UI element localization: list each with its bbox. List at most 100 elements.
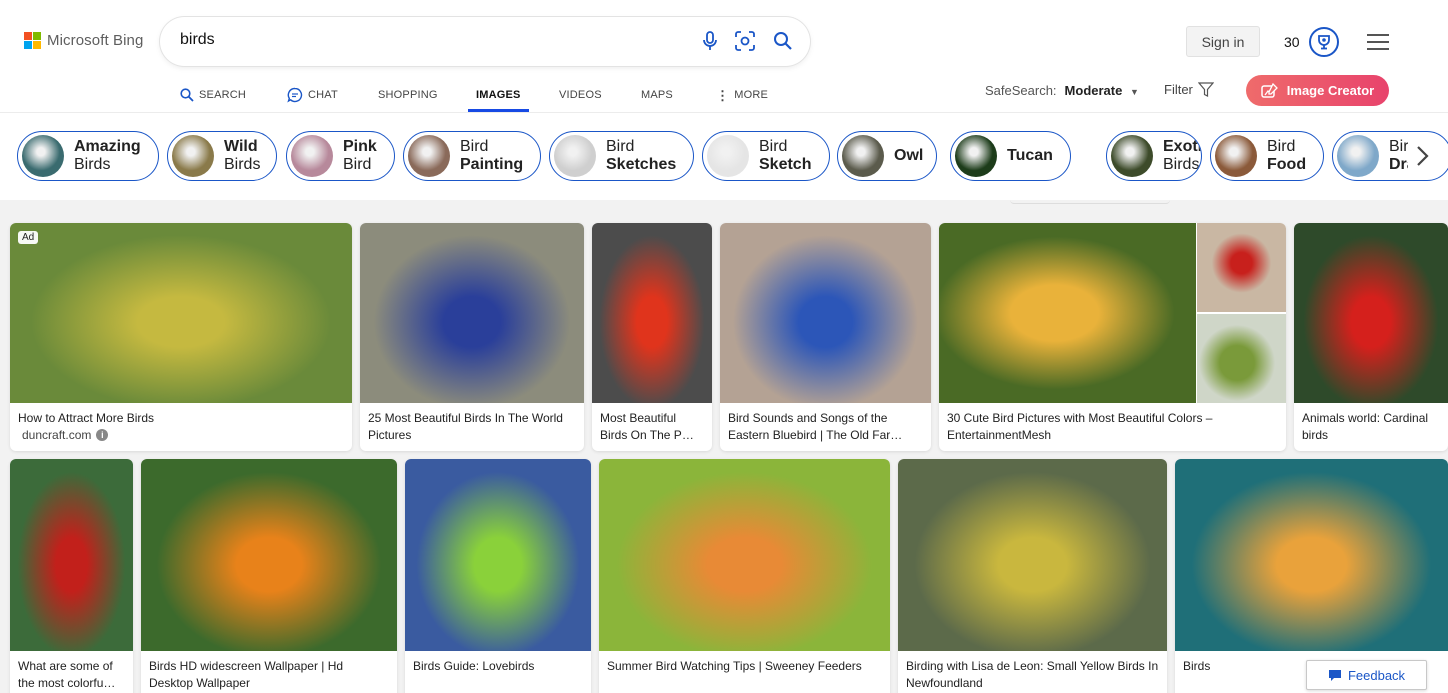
image-result-card[interactable]: What are some of the most colorfu… <box>10 459 133 693</box>
related-search-chip[interactable]: ExoticBirds <box>1106 131 1202 181</box>
result-caption[interactable]: Summer Bird Watching Tips | Sweeney Feed… <box>607 658 882 692</box>
chip-label: Bird Food <box>1267 138 1306 174</box>
result-image[interactable] <box>592 223 712 403</box>
related-search-chip[interactable]: Pink Bird <box>286 131 395 181</box>
result-caption[interactable]: How to Attract More Birds <box>18 410 344 427</box>
result-caption[interactable]: Most Beautiful Birds On The P… <box>600 410 704 444</box>
result-caption[interactable]: Birding with Lisa de Leon: Small Yellow … <box>906 658 1159 692</box>
sign-in-button[interactable]: Sign in <box>1186 26 1260 57</box>
microphone-icon[interactable] <box>698 29 722 53</box>
feedback-button[interactable]: Feedback <box>1306 660 1427 690</box>
chip-thumbnail <box>842 135 884 177</box>
result-image[interactable] <box>405 459 591 651</box>
search-box[interactable]: birds <box>160 17 810 66</box>
image-results-grid: Ad How to Attract More Birds duncraft.com i… <box>0 212 1448 693</box>
chip-label: ExoticBirds <box>1163 138 1202 174</box>
related-search-chip[interactable]: Owl <box>837 131 937 181</box>
chip-label-line2: Painting <box>460 156 524 173</box>
related-search-chip[interactable]: Bird Sketches <box>549 131 694 181</box>
rewards-trophy-icon[interactable] <box>1309 27 1339 57</box>
result-caption[interactable]: 30 Cute Bird Pictures with Most Beautifu… <box>947 410 1278 444</box>
tab-images[interactable]: IMAGES <box>468 78 529 112</box>
result-image[interactable] <box>1294 223 1448 403</box>
rewards-points[interactable]: 30 <box>1284 34 1300 50</box>
chip-thumbnail <box>554 135 596 177</box>
chevron-down-icon: ▼ <box>1129 87 1139 97</box>
image-result-card[interactable]: Animals world: Cardinal birds <box>1294 223 1448 451</box>
image-result-card[interactable]: Birds HD widescreen Wallpaper | Hd Deskt… <box>141 459 397 693</box>
chip-label: Amazing Birds <box>74 138 141 174</box>
result-image[interactable] <box>10 223 352 403</box>
image-result-card[interactable]: Birding with Lisa de Leon: Small Yellow … <box>898 459 1167 693</box>
chip-label-line1: Amazing <box>74 138 141 155</box>
info-icon[interactable]: i <box>96 429 109 441</box>
chip-label-line2: Birds <box>224 156 261 173</box>
related-search-chip[interactable]: Bird Food <box>1210 131 1324 181</box>
chevron-right-icon[interactable] <box>1408 141 1438 171</box>
result-image[interactable] <box>1175 459 1448 651</box>
image-result-card[interactable]: Summer Bird Watching Tips | Sweeney Feed… <box>599 459 890 693</box>
related-search-chip[interactable]: Amazing Birds <box>17 131 159 181</box>
header: Microsoft Bing birds Sign in 30 SEARCH C… <box>0 0 1448 113</box>
chip-label-line2: Sketch <box>759 156 812 173</box>
related-search-chip[interactable]: Wild Birds <box>167 131 277 181</box>
image-result-card[interactable]: Ad How to Attract More Birds duncraft.com i <box>10 223 352 451</box>
safesearch-value: Moderate <box>1064 83 1123 98</box>
chip-label-line1: Bird <box>606 138 635 155</box>
image-result-card[interactable]: Birds Guide: Lovebirds <box>405 459 591 693</box>
tab-more[interactable]: ⋮ MORE <box>716 78 768 112</box>
safesearch-label: SafeSearch: <box>985 83 1057 98</box>
result-caption[interactable]: 25 Most Beautiful Birds In The World Pic… <box>368 410 576 444</box>
tab-label: IMAGES <box>476 89 521 101</box>
image-result-card[interactable]: 25 Most Beautiful Birds In The World Pic… <box>360 223 584 451</box>
chip-thumbnail <box>291 135 333 177</box>
hamburger-menu-icon[interactable] <box>1367 34 1389 50</box>
related-search-chip[interactable]: Bird Painting <box>403 131 541 181</box>
image-creator-label: Image Creator <box>1286 83 1375 98</box>
tab-videos[interactable]: VIDEOS <box>559 78 602 112</box>
result-source[interactable]: duncraft.com i <box>22 428 109 442</box>
bing-logo[interactable]: Microsoft Bing <box>24 32 143 49</box>
result-image[interactable] <box>141 459 397 651</box>
result-caption[interactable]: Birds Guide: Lovebirds <box>413 658 583 692</box>
tab-shopping[interactable]: SHOPPING <box>378 78 438 112</box>
image-result-card[interactable]: 30 Cute Bird Pictures with Most Beautifu… <box>939 223 1286 451</box>
result-image[interactable] <box>939 223 1286 403</box>
result-image[interactable] <box>599 459 890 651</box>
related-search-chip[interactable]: Tucan <box>950 131 1071 181</box>
image-result-card[interactable]: Bird Sounds and Songs of the Eastern Blu… <box>720 223 931 451</box>
visual-search-icon[interactable] <box>733 29 757 53</box>
search-input[interactable]: birds <box>180 31 215 49</box>
tab-maps[interactable]: MAPS <box>641 78 673 112</box>
search-icon[interactable] <box>771 29 795 53</box>
safesearch-dropdown[interactable]: SafeSearch: Moderate ▼ <box>985 83 1139 98</box>
chip-label-line1: Bird <box>759 138 788 155</box>
image-creator-button[interactable]: Image Creator <box>1246 75 1389 106</box>
related-search-chip[interactable]: Bird Sketch <box>702 131 830 181</box>
result-image[interactable] <box>898 459 1167 651</box>
chip-thumbnail <box>172 135 214 177</box>
tab-label: MORE <box>734 89 769 101</box>
chip-label-line2: Bird <box>343 156 372 173</box>
chip-label: Bird Sketches <box>606 138 676 174</box>
result-caption[interactable]: What are some of the most colorfu… <box>18 658 125 692</box>
tab-chat[interactable]: CHAT <box>287 78 338 112</box>
chat-icon <box>287 87 303 103</box>
tab-search[interactable]: SEARCH <box>180 78 246 112</box>
result-caption[interactable]: Animals world: Cardinal birds <box>1302 410 1440 444</box>
result-image[interactable] <box>360 223 584 403</box>
search-icon <box>180 88 194 102</box>
result-image[interactable] <box>10 459 133 651</box>
result-caption[interactable]: Bird Sounds and Songs of the Eastern Blu… <box>728 410 923 444</box>
chip-label-line1: Owl <box>894 147 924 164</box>
chip-label-line2: Food <box>1267 156 1307 173</box>
filter-button[interactable]: Filter <box>1164 82 1214 97</box>
result-image[interactable] <box>720 223 931 403</box>
ad-badge: Ad <box>18 231 39 244</box>
image-result-card[interactable]: Most Beautiful Birds On The P… <box>592 223 712 451</box>
image-result-card[interactable]: Birds <box>1175 459 1448 693</box>
result-caption[interactable]: Birds HD widescreen Wallpaper | Hd Deskt… <box>149 658 389 692</box>
tab-label: VIDEOS <box>559 89 602 101</box>
chip-label-line1: Exotic <box>1163 138 1202 155</box>
chip-label-line2: Birds <box>1163 156 1200 173</box>
